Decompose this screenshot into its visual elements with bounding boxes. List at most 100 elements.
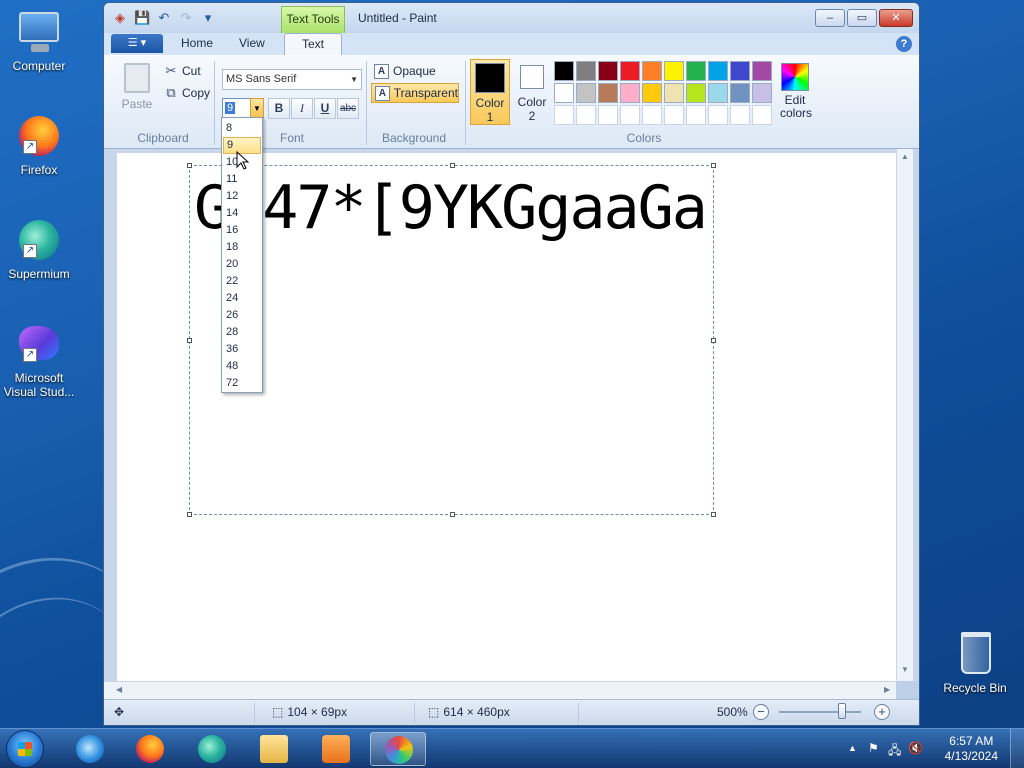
- palette-color-swatch[interactable]: [554, 105, 574, 125]
- scroll-down-icon[interactable]: ▼: [901, 665, 909, 674]
- taskbar-firefox[interactable]: [122, 732, 178, 766]
- resize-handle[interactable]: [711, 338, 716, 343]
- network-icon[interactable]: 🖧: [888, 741, 901, 762]
- paint-app-icon[interactable]: ◈: [112, 10, 128, 26]
- tab-view[interactable]: View: [239, 36, 265, 50]
- palette-color-swatch[interactable]: [576, 61, 596, 81]
- palette-color-swatch[interactable]: [642, 61, 662, 81]
- resize-handle[interactable]: [450, 512, 455, 517]
- palette-color-swatch[interactable]: [642, 83, 662, 103]
- close-button[interactable]: ✕: [879, 9, 913, 27]
- palette-color-swatch[interactable]: [620, 61, 640, 81]
- zoom-in-button[interactable]: +: [874, 704, 890, 720]
- minimize-button[interactable]: –: [815, 9, 845, 27]
- font-size-option[interactable]: 18: [223, 239, 261, 256]
- taskbar-supermium[interactable]: [184, 732, 240, 766]
- palette-color-swatch[interactable]: [708, 105, 728, 125]
- palette-color-swatch[interactable]: [752, 61, 772, 81]
- start-button[interactable]: [6, 730, 44, 768]
- title-bar[interactable]: ◈ 💾 ↶ ↷ ▾ Text Tools Untitled - Paint – …: [104, 3, 919, 34]
- save-icon[interactable]: 💾: [134, 10, 150, 26]
- palette-color-swatch[interactable]: [642, 105, 662, 125]
- font-size-option[interactable]: 72: [223, 375, 261, 392]
- palette-color-swatch[interactable]: [664, 83, 684, 103]
- resize-handle[interactable]: [187, 163, 192, 168]
- zoom-slider-thumb[interactable]: [838, 703, 846, 719]
- font-size-option[interactable]: 22: [223, 273, 261, 290]
- taskbar-file-explorer[interactable]: [246, 732, 302, 766]
- palette-color-swatch[interactable]: [686, 83, 706, 103]
- scroll-up-icon[interactable]: ▲: [901, 152, 909, 161]
- font-size-option[interactable]: 24: [223, 290, 261, 307]
- tab-home[interactable]: Home: [181, 36, 213, 50]
- redo-icon[interactable]: ↷: [178, 10, 194, 26]
- palette-color-swatch[interactable]: [554, 83, 574, 103]
- bold-button[interactable]: B: [268, 98, 290, 119]
- palette-color-swatch[interactable]: [752, 105, 772, 125]
- font-size-option[interactable]: 8: [223, 120, 261, 137]
- palette-color-swatch[interactable]: [686, 105, 706, 125]
- clock[interactable]: 6:57 AM 4/13/2024: [945, 734, 998, 764]
- palette-color-swatch[interactable]: [686, 61, 706, 81]
- customize-qat-icon[interactable]: ▾: [200, 10, 216, 26]
- canvas-text[interactable]: G 47*[9YKGgaaGa: [194, 178, 708, 238]
- file-menu-button[interactable]: ☰ ▾: [111, 34, 163, 53]
- cut-button[interactable]: ✂ Cut: [164, 63, 201, 79]
- desktop-icon-supermium[interactable]: ↗ Supermium: [0, 216, 78, 281]
- undo-icon[interactable]: ↶: [156, 10, 172, 26]
- resize-handle[interactable]: [711, 512, 716, 517]
- palette-color-swatch[interactable]: [620, 105, 640, 125]
- resize-handle[interactable]: [187, 338, 192, 343]
- taskbar-media-player[interactable]: [308, 732, 364, 766]
- taskbar-paint[interactable]: [370, 732, 426, 766]
- maximize-button[interactable]: ▭: [847, 9, 877, 27]
- font-size-option[interactable]: 16: [223, 222, 261, 239]
- font-size-option[interactable]: 11: [223, 171, 261, 188]
- show-hidden-icons-icon[interactable]: ▲: [848, 743, 857, 753]
- font-size-dropdown-button[interactable]: ▼: [250, 98, 264, 119]
- edit-colors-button[interactable]: Edit colors: [780, 59, 812, 120]
- palette-color-swatch[interactable]: [664, 61, 684, 81]
- desktop-icon-recycle-bin[interactable]: Recycle Bin: [936, 630, 1014, 695]
- font-size-option[interactable]: 36: [223, 341, 261, 358]
- font-size-option[interactable]: 28: [223, 324, 261, 341]
- taskbar-internet-explorer[interactable]: [62, 732, 118, 766]
- italic-button[interactable]: I: [291, 98, 313, 119]
- zoom-out-button[interactable]: −: [753, 704, 769, 720]
- vertical-scrollbar[interactable]: ▲ ▼: [896, 149, 913, 681]
- palette-color-swatch[interactable]: [664, 105, 684, 125]
- desktop-icon-visual-studio[interactable]: ↗ Microsoft Visual Stud...: [0, 320, 78, 399]
- font-size-option[interactable]: 14: [223, 205, 261, 222]
- transparent-button[interactable]: A Transparent: [371, 83, 459, 103]
- palette-color-swatch[interactable]: [598, 83, 618, 103]
- font-size-option[interactable]: 20: [223, 256, 261, 273]
- palette-color-swatch[interactable]: [598, 61, 618, 81]
- palette-color-swatch[interactable]: [730, 83, 750, 103]
- scroll-right-icon[interactable]: ▶: [884, 685, 890, 694]
- font-size-select[interactable]: 9 ▼: [222, 98, 264, 119]
- copy-button[interactable]: ⧉ Copy: [164, 85, 210, 101]
- font-size-option[interactable]: 12: [223, 188, 261, 205]
- palette-color-swatch[interactable]: [576, 105, 596, 125]
- color-1-button[interactable]: Color 1: [470, 59, 510, 125]
- palette-color-swatch[interactable]: [554, 61, 574, 81]
- desktop-icon-computer[interactable]: Computer: [0, 8, 78, 73]
- show-desktop-button[interactable]: [1010, 729, 1024, 768]
- palette-color-swatch[interactable]: [708, 61, 728, 81]
- font-family-select[interactable]: MS Sans Serif ▼: [222, 69, 362, 90]
- palette-color-swatch[interactable]: [730, 61, 750, 81]
- help-icon[interactable]: ?: [896, 36, 912, 52]
- strikethrough-button[interactable]: abc: [337, 98, 359, 119]
- palette-color-swatch[interactable]: [620, 83, 640, 103]
- tab-text[interactable]: Text: [284, 33, 342, 56]
- volume-muted-icon[interactable]: 🔇: [908, 741, 923, 755]
- paste-button[interactable]: Paste: [114, 63, 160, 111]
- resize-handle[interactable]: [187, 512, 192, 517]
- zoom-slider-track[interactable]: [779, 711, 861, 713]
- palette-color-swatch[interactable]: [730, 105, 750, 125]
- resize-handle[interactable]: [711, 163, 716, 168]
- resize-handle[interactable]: [450, 163, 455, 168]
- palette-color-swatch[interactable]: [752, 83, 772, 103]
- palette-color-swatch[interactable]: [598, 105, 618, 125]
- color-2-button[interactable]: Color 2: [512, 59, 552, 125]
